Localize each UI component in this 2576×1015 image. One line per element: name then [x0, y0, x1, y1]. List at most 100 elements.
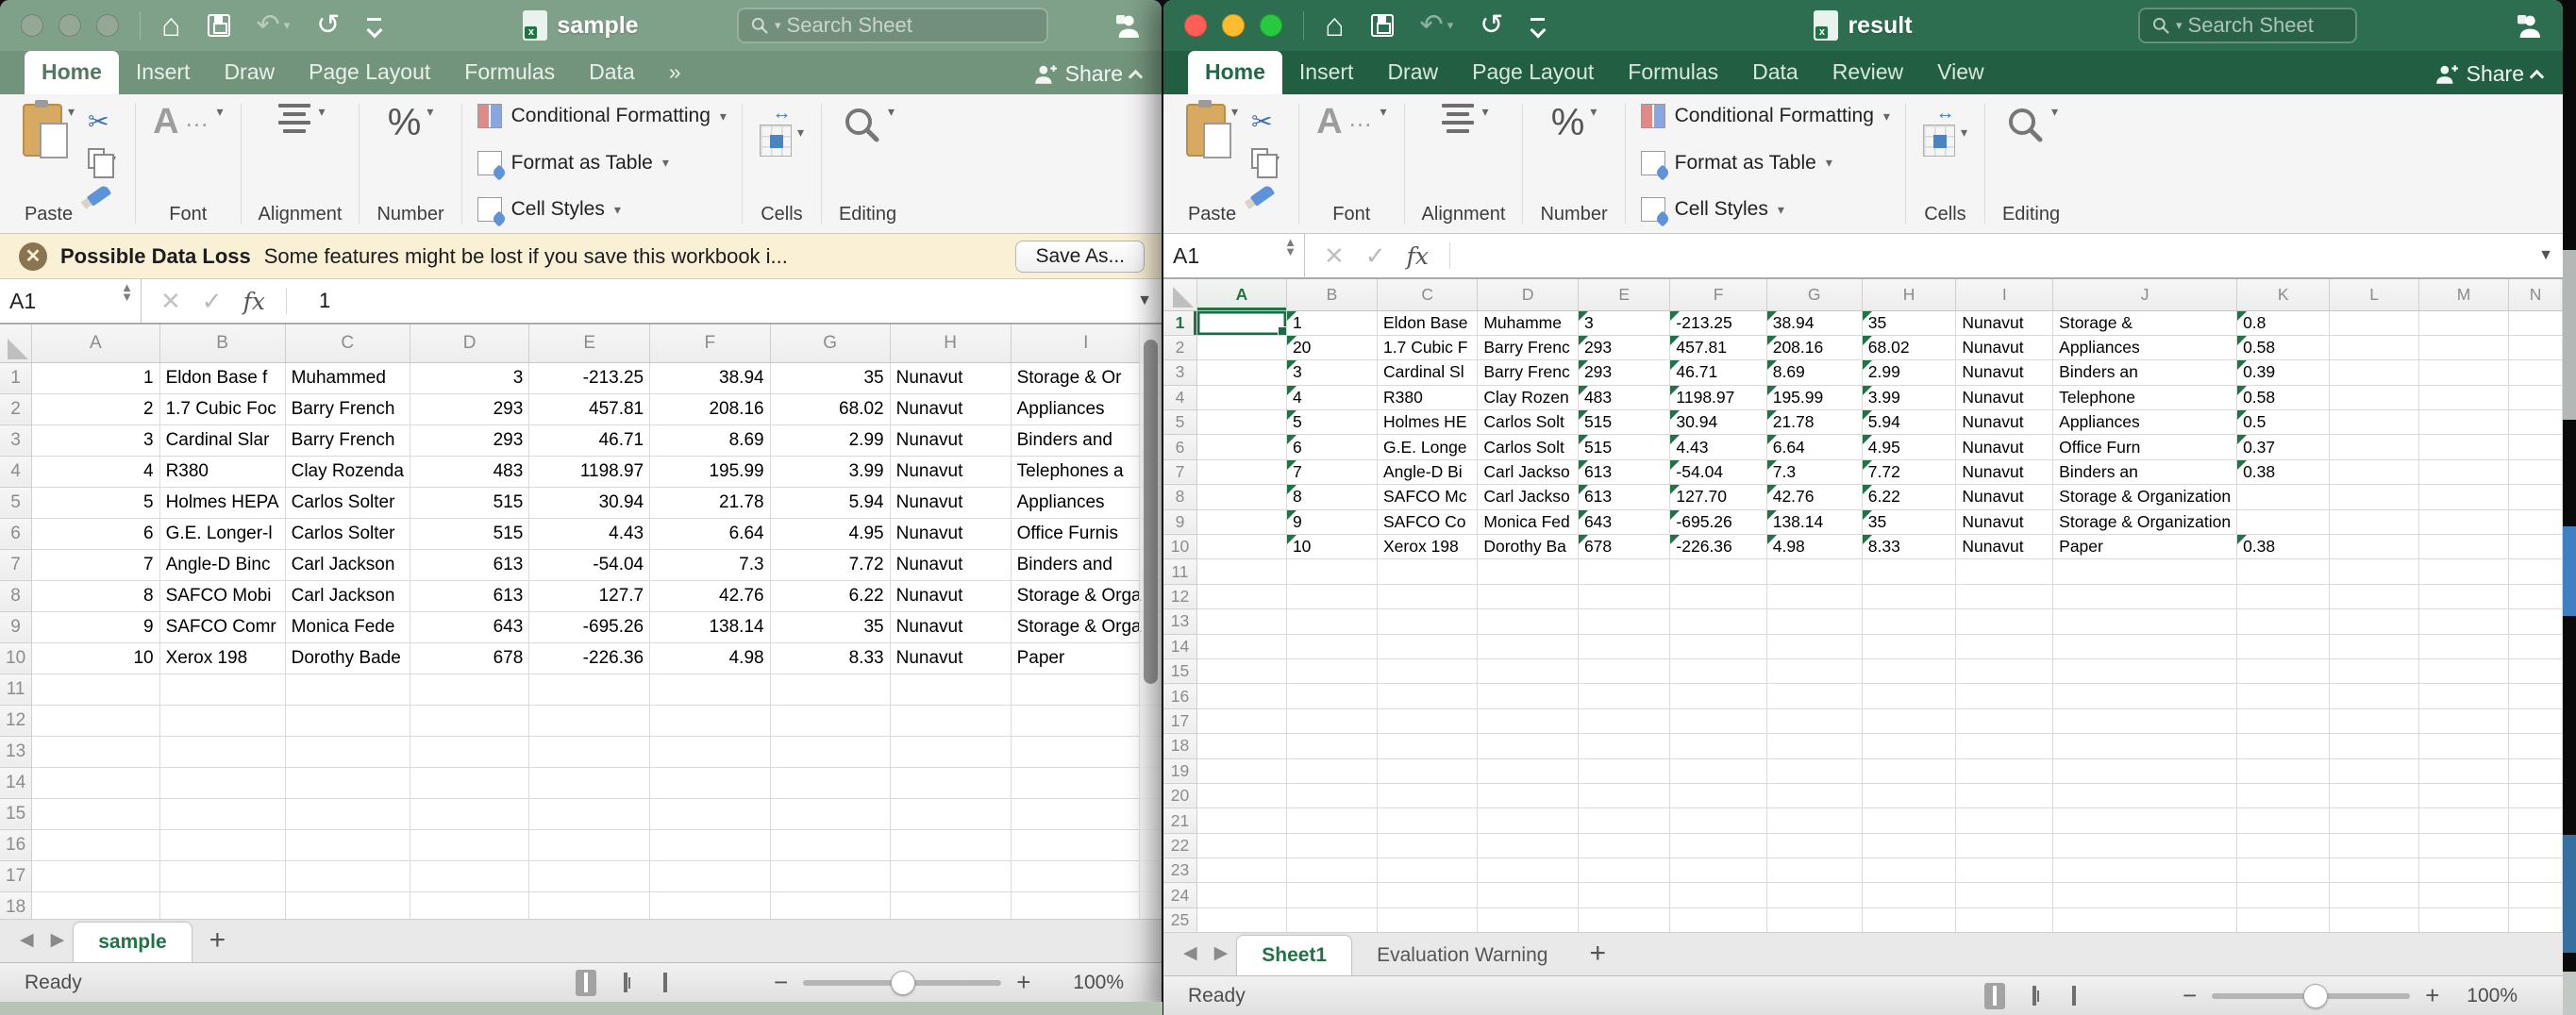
cell-E3[interactable]: 293 — [1578, 360, 1669, 385]
column-header-d[interactable]: D — [1478, 279, 1579, 310]
cell-F14[interactable] — [1670, 634, 1766, 658]
cell-N4[interactable] — [2509, 385, 2563, 409]
search-scope-caret[interactable]: ▾ — [775, 18, 781, 33]
cell-I10[interactable]: Nunavut — [1956, 535, 2053, 559]
cell-B19[interactable] — [1286, 758, 1377, 783]
cell-D2[interactable]: Barry Frenc — [1478, 335, 1579, 359]
cell-C14[interactable] — [285, 767, 410, 798]
contact-icon[interactable] — [2514, 11, 2544, 42]
cell-C4[interactable]: R380 — [1378, 385, 1478, 409]
row-header-20[interactable]: 20 — [1163, 783, 1196, 807]
cell-H6[interactable]: Nunavut — [890, 518, 1011, 549]
cell-H1[interactable]: Nunavut — [890, 362, 1011, 393]
cell-N5[interactable] — [2509, 410, 2563, 435]
cell-A24[interactable] — [1196, 883, 1286, 907]
cell-C21[interactable] — [1378, 808, 1478, 833]
cell-A11[interactable] — [1196, 559, 1286, 584]
cell-M22[interactable] — [2418, 833, 2508, 857]
cell-H15[interactable] — [890, 798, 1011, 829]
column-header-a[interactable]: A — [1196, 279, 1286, 310]
cell-C19[interactable] — [1378, 758, 1478, 783]
cell-M24[interactable] — [2418, 883, 2508, 907]
cell-I15[interactable] — [1956, 658, 2053, 683]
cell-M20[interactable] — [2418, 783, 2508, 807]
cell-M3[interactable] — [2418, 360, 2508, 385]
cell-H15[interactable] — [1862, 658, 1956, 683]
cell-D4[interactable]: Clay Rozen — [1478, 385, 1579, 409]
cell-C2[interactable]: 1.7 Cubic F — [1378, 335, 1478, 359]
cell-M10[interactable] — [2418, 535, 2508, 559]
cell-G15[interactable] — [770, 798, 890, 829]
cell-I4[interactable]: Nunavut — [1956, 385, 2053, 409]
cell-H13[interactable] — [890, 736, 1011, 767]
page-layout-view-button[interactable] — [2024, 983, 2045, 1009]
cell-N25[interactable] — [2509, 907, 2563, 932]
font-dropdown-caret[interactable]: ▾ — [217, 104, 224, 120]
row-header-9[interactable]: 9 — [0, 611, 32, 642]
cell-J23[interactable] — [2053, 858, 2237, 883]
cell-H10[interactable]: Nunavut — [890, 642, 1011, 674]
cell-E18[interactable] — [1578, 734, 1669, 758]
cell-B14[interactable] — [1286, 634, 1377, 658]
cell-B5[interactable]: 5 — [1286, 410, 1377, 435]
cell-G21[interactable] — [1766, 808, 1862, 833]
search-input[interactable]: ▾ Search Sheet — [2138, 8, 2357, 43]
cell-L7[interactable] — [2330, 459, 2419, 484]
row-header-18[interactable]: 18 — [0, 891, 32, 919]
cell-I24[interactable] — [1956, 883, 2053, 907]
cell-B6[interactable]: G.E. Longer-l — [159, 518, 285, 549]
cell-I9[interactable]: Nunavut — [1956, 509, 2053, 534]
cell-C7[interactable]: Carl Jackson — [285, 549, 410, 580]
cell-A14[interactable] — [1196, 634, 1286, 658]
cell-B15[interactable] — [159, 798, 285, 829]
cell-J9[interactable]: Storage & Organization — [2053, 509, 2237, 534]
cell-N22[interactable] — [2509, 833, 2563, 857]
cell-D13[interactable] — [410, 736, 528, 767]
paste-group[interactable]: ▾ Paste — [17, 94, 80, 233]
cell-H21[interactable] — [1862, 808, 1956, 833]
close-button[interactable] — [21, 14, 43, 37]
cell-B3[interactable]: 3 — [1286, 360, 1377, 385]
cell-G16[interactable] — [1766, 684, 1862, 708]
menu-tab-home[interactable]: Home — [1188, 51, 1282, 94]
cell-K2[interactable]: 0.58 — [2237, 335, 2330, 359]
row-header-25[interactable]: 25 — [1163, 907, 1196, 932]
cell-F19[interactable] — [1670, 758, 1766, 783]
copy-icon[interactable] — [1251, 148, 1268, 169]
menu-tab-page-layout[interactable]: Page Layout — [292, 51, 447, 94]
normal-view-button[interactable] — [1984, 983, 2005, 1009]
cells-group[interactable]: ↔ ▾ Cells — [1917, 94, 1973, 233]
insert-function-icon[interactable]: fx — [243, 288, 265, 315]
cell-E7[interactable]: 613 — [1578, 459, 1669, 484]
cell-E8[interactable]: 127.7 — [529, 580, 650, 611]
cell-H5[interactable]: Nunavut — [890, 487, 1011, 518]
percent-icon[interactable]: % — [388, 104, 422, 141]
cell-M23[interactable] — [2418, 858, 2508, 883]
cell-E5[interactable]: 515 — [1578, 410, 1669, 435]
cell-G17[interactable] — [770, 860, 890, 891]
cell-G7[interactable]: 7.72 — [770, 549, 890, 580]
cell-D14[interactable] — [410, 767, 528, 798]
cell-L19[interactable] — [2330, 758, 2419, 783]
cell-M11[interactable] — [2418, 559, 2508, 584]
cell-G2[interactable]: 208.16 — [1766, 335, 1862, 359]
cell-G17[interactable] — [1766, 708, 1862, 733]
row-header-16[interactable]: 16 — [1163, 684, 1196, 708]
cell-F25[interactable] — [1670, 907, 1766, 932]
cell-A1[interactable]: 1 — [32, 362, 159, 393]
cell-J20[interactable] — [2053, 783, 2237, 807]
cell-C13[interactable] — [285, 736, 410, 767]
cancel-entry-icon[interactable]: ✕ — [160, 287, 181, 316]
cell-K19[interactable] — [2237, 758, 2330, 783]
cell-E4[interactable]: 1198.97 — [529, 456, 650, 487]
zoom-percentage[interactable]: 100% — [2467, 985, 2517, 1007]
menu-tab-page-layout[interactable]: Page Layout — [1455, 51, 1611, 94]
cell-J2[interactable]: Appliances — [2053, 335, 2237, 359]
cell-B13[interactable] — [1286, 609, 1377, 634]
cell-F13[interactable] — [650, 736, 770, 767]
save-as-button[interactable]: Save As... — [1015, 241, 1145, 273]
cell-B17[interactable] — [1286, 708, 1377, 733]
cell-C18[interactable] — [1378, 734, 1478, 758]
cell-I19[interactable] — [1956, 758, 2053, 783]
cell-F7[interactable]: -54.04 — [1670, 459, 1766, 484]
